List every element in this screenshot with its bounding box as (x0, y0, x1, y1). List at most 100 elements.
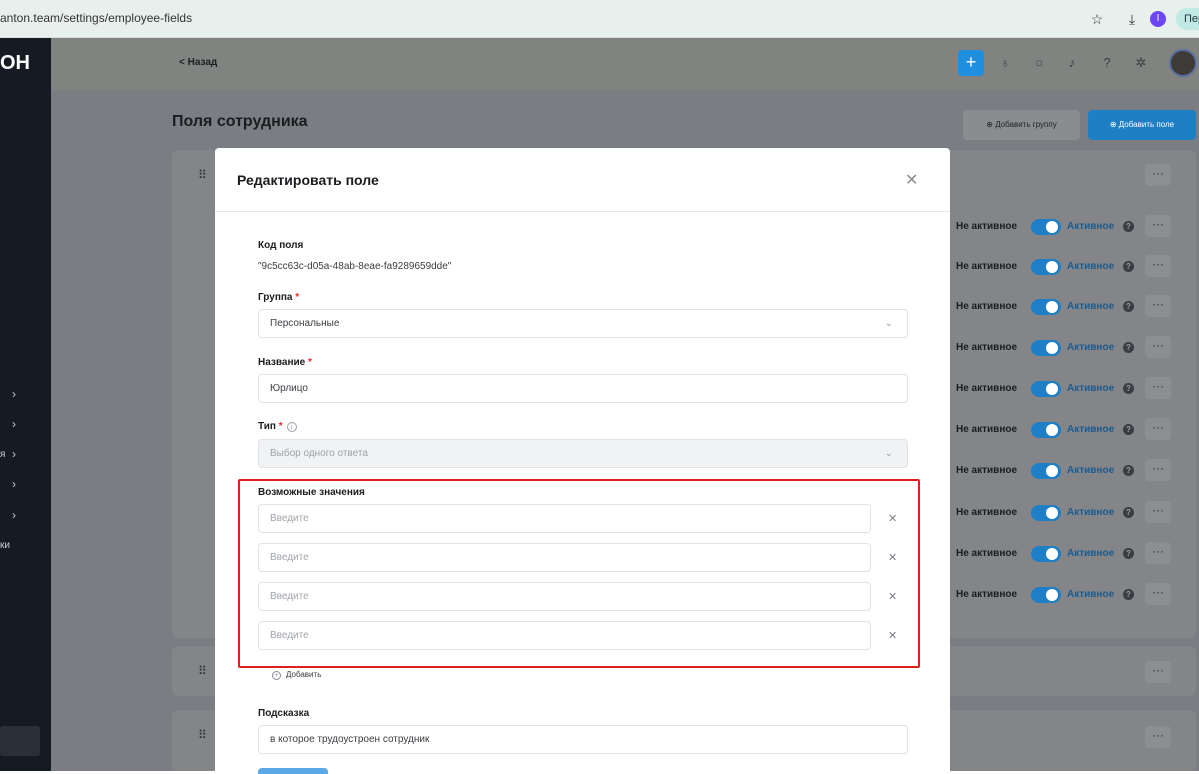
more-options-button[interactable]: ··· (1145, 336, 1171, 358)
active-label: Активное (1067, 507, 1115, 518)
add-button[interactable]: + (958, 50, 984, 76)
help-icon[interactable]: ? (1123, 465, 1134, 476)
remove-icon[interactable]: ✕ (888, 590, 897, 603)
active-label: Активное (1067, 261, 1115, 272)
profile-button[interactable]: Пер (1176, 8, 1199, 30)
settings-icon[interactable]: ✲ (1133, 55, 1149, 71)
top-bar: < Назад + ♁ ○ ♪ ? ✲ (51, 38, 1199, 90)
more-options-button[interactable]: ··· (1145, 583, 1171, 605)
bell-icon[interactable]: ♪ (1064, 55, 1080, 71)
help-icon[interactable]: ? (1123, 507, 1134, 518)
help-icon[interactable]: ? (1123, 342, 1134, 353)
extension-icon[interactable]: I (1150, 11, 1166, 27)
inactive-label: Не активное (956, 548, 1018, 559)
page-title: Поля сотрудника (172, 113, 308, 130)
group-select[interactable]: Персональные ⌄ (258, 309, 908, 338)
value-input[interactable]: Введите (258, 543, 871, 572)
value-input[interactable]: Введите (258, 582, 871, 611)
modal-title: Редактировать поле (237, 172, 379, 188)
chevron-right-icon[interactable]: › (12, 477, 16, 491)
lightbulb-icon[interactable]: ♁ (997, 55, 1013, 71)
help-icon[interactable]: ? (1123, 261, 1134, 272)
more-options-button[interactable]: ··· (1145, 661, 1171, 683)
star-icon[interactable]: ☆ (1087, 9, 1107, 29)
chevron-right-icon[interactable]: › (12, 508, 16, 522)
status-toggle[interactable] (1031, 340, 1061, 356)
inactive-label: Не активное (956, 383, 1018, 394)
more-options-button[interactable]: ··· (1145, 377, 1171, 399)
more-options-button[interactable]: ··· (1145, 215, 1171, 237)
active-label: Активное (1067, 221, 1115, 232)
active-label: Активное (1067, 465, 1115, 476)
status-toggle[interactable] (1031, 505, 1061, 521)
code-label: Код поля (258, 240, 304, 251)
search-icon[interactable]: ○ (1031, 55, 1047, 71)
status-toggle[interactable] (1031, 219, 1061, 235)
add-group-button[interactable]: ⊕ Добавить группу (963, 110, 1080, 140)
help-icon[interactable]: ? (1123, 589, 1134, 600)
more-options-button[interactable]: ··· (1145, 295, 1171, 317)
edit-field-modal: Редактировать поле ✕ Код поля "9c5cc63c-… (215, 148, 950, 774)
active-label: Активное (1067, 424, 1115, 435)
status-toggle[interactable] (1031, 546, 1061, 562)
hint-input[interactable]: в которое трудоустроен сотрудник (258, 725, 908, 754)
help-icon[interactable]: ? (1123, 301, 1134, 312)
status-toggle[interactable] (1031, 381, 1061, 397)
help-icon[interactable]: ? (1123, 383, 1134, 394)
status-toggle[interactable] (1031, 587, 1061, 603)
code-value: "9c5cc63c-d05a-48ab-8eae-fa9289659dde" (258, 261, 452, 272)
close-icon[interactable]: ✕ (905, 170, 918, 190)
more-options-button[interactable]: ··· (1145, 164, 1171, 186)
chevron-right-icon[interactable]: › (12, 447, 16, 461)
remove-icon[interactable]: ✕ (888, 629, 897, 642)
active-label: Активное (1067, 548, 1115, 559)
inactive-label: Не активное (956, 301, 1018, 312)
chevron-right-icon[interactable]: › (12, 417, 16, 431)
type-label: Тип * i (258, 421, 297, 432)
value-input[interactable]: Введите (258, 621, 871, 650)
more-options-button[interactable]: ··· (1145, 501, 1171, 523)
help-icon[interactable]: ? (1123, 221, 1134, 232)
avatar[interactable] (1169, 49, 1197, 77)
active-label: Активное (1067, 301, 1115, 312)
chevron-right-icon[interactable]: › (12, 387, 16, 401)
active-label: Активное (1067, 342, 1115, 353)
more-options-button[interactable]: ··· (1145, 255, 1171, 277)
sidebar-footer-button[interactable] (0, 726, 40, 756)
more-options-button[interactable]: ··· (1145, 418, 1171, 440)
inactive-label: Не активное (956, 507, 1018, 518)
inactive-label: Не активное (956, 261, 1018, 272)
status-toggle[interactable] (1031, 259, 1061, 275)
remove-icon[interactable]: ✕ (888, 551, 897, 564)
save-button[interactable] (258, 768, 328, 774)
add-field-button[interactable]: ⊕ Добавить поле (1088, 110, 1196, 140)
status-toggle[interactable] (1031, 299, 1061, 315)
address-bar[interactable]: anton.team/settings/employee-fields (0, 11, 192, 25)
drag-handle-icon[interactable]: ⠿ (198, 664, 207, 678)
more-options-button[interactable]: ··· (1145, 726, 1171, 748)
active-label: Активное (1067, 383, 1115, 394)
more-options-button[interactable]: ··· (1145, 542, 1171, 564)
modal-header: Редактировать поле ✕ (215, 148, 950, 212)
app-logo: ОН (0, 52, 30, 74)
help-icon[interactable]: ? (1099, 55, 1115, 71)
drag-handle-icon[interactable]: ⠿ (198, 168, 207, 182)
add-value-link[interactable]: + Добавить (272, 670, 321, 680)
value-input[interactable]: Введите (258, 504, 871, 533)
remove-icon[interactable]: ✕ (888, 512, 897, 525)
help-icon[interactable]: ? (1123, 424, 1134, 435)
more-options-button[interactable]: ··· (1145, 459, 1171, 481)
status-toggle[interactable] (1031, 422, 1061, 438)
help-icon[interactable]: ? (1123, 548, 1134, 559)
drag-handle-icon[interactable]: ⠿ (198, 728, 207, 742)
download-icon[interactable]: ⤓ (1122, 9, 1142, 29)
hint-label: Подсказка (258, 708, 310, 719)
inactive-label: Не активное (956, 465, 1018, 476)
name-input[interactable]: Юрлицо (258, 374, 908, 403)
info-icon[interactable]: i (286, 422, 297, 432)
status-toggle[interactable] (1031, 463, 1061, 479)
browser-toolbar: anton.team/settings/employee-fields ☆ ⤓ … (0, 0, 1199, 38)
sidebar: ОН › › я › › › ки (0, 38, 51, 771)
sidebar-item-label: ки (0, 540, 10, 551)
back-link[interactable]: < Назад (179, 57, 217, 68)
